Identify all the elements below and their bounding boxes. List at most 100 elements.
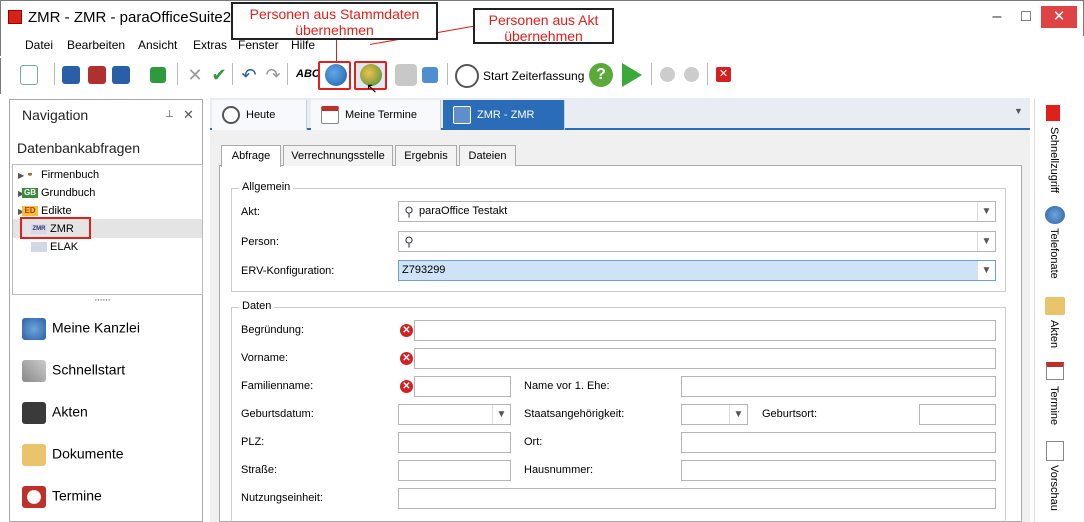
play-icon[interactable] [622,63,642,87]
toolbar-separator [447,63,448,85]
down-icon[interactable] [684,67,699,82]
database-icon[interactable] [395,64,417,86]
error-icon: ✕ [400,380,413,393]
subtab-dateien[interactable]: Dateien [459,145,516,166]
close-button[interactable]: ✕ [1041,6,1077,28]
strasse-label: Straße: [241,464,278,476]
group-daten-title: Daten [239,300,275,312]
sidebar-telefonate[interactable]: Telefonate [1048,228,1060,279]
nav-button-label: Schnellstart [52,361,126,378]
help-icon[interactable]: ? [589,63,613,87]
spellcheck-icon[interactable]: ABC [296,68,320,80]
maximize-button[interactable]: □ [1011,8,1041,26]
subtab-abfrage[interactable]: Abfrage [221,145,281,167]
sidebar-schnellzugriff[interactable]: Schnellzugriff [1048,127,1060,193]
name-vor-ehe-input[interactable] [681,376,996,397]
nav-meine-kanzlei[interactable]: Meine Kanzlei [22,318,140,340]
tree-item-label: ELAK [50,241,79,253]
error-icon: ✕ [400,324,413,337]
tree-item-edikte[interactable]: ED Edikte [22,205,72,217]
tab-label: ZMR - ZMR [477,109,535,121]
up-icon[interactable] [660,67,675,82]
staatsangehoerigkeit-select[interactable]: ▼ [681,404,748,425]
hausnummer-input[interactable] [681,460,996,481]
vorname-input[interactable] [414,348,996,369]
menu-ansicht[interactable]: Ansicht [138,38,177,52]
menu-extras[interactable]: Extras [193,38,227,52]
nav-schnellstart[interactable]: Schnellstart [22,360,125,382]
nav-akten[interactable]: Akten [22,402,88,424]
chevron-down-icon[interactable]: ▼ [977,232,995,251]
save-as-icon[interactable] [112,66,130,84]
schnellzugriff-icon[interactable] [1046,105,1060,121]
geburtsort-input[interactable] [919,404,996,425]
tree-item-label: Firmenbuch [41,169,100,181]
subtab-verrechnungsstelle[interactable]: Verrechnungsstelle [283,145,393,166]
menu-bearbeiten[interactable]: Bearbeiten [67,38,125,52]
save-close-icon[interactable] [88,66,106,84]
undo-icon[interactable]: ↶ [238,64,260,86]
person-combobox[interactable]: ⚲ ▼ [398,231,996,252]
pin-icon[interactable]: ⊥ [165,109,174,120]
menu-datei[interactable]: Datei [25,38,53,52]
new-document-icon[interactable] [20,65,38,85]
ort-input[interactable] [681,432,996,453]
tab-meine-termine[interactable]: Meine Termine [311,100,441,130]
tab-heute[interactable]: Heute [212,100,307,130]
person-label: Person: [241,236,279,248]
akten-folder-icon[interactable] [1045,297,1065,315]
chevron-down-icon[interactable]: ▼ [977,202,995,221]
sidebar-akten[interactable]: Akten [1048,320,1060,348]
menu-fenster[interactable]: Fenster [238,38,279,52]
save-icon[interactable] [62,66,80,84]
nav-button-label: Meine Kanzlei [52,319,140,336]
minimize-button[interactable]: – [982,8,1012,26]
sidebar-termine[interactable]: Termine [1048,386,1060,425]
cancel-icon[interactable]: ✕ [184,64,206,86]
app-icon [8,10,22,24]
search-icon[interactable]: ⚲ [399,232,419,251]
nav-close-icon[interactable]: ✕ [183,107,194,123]
callout-stammdaten: Personen aus Stammdaten übernehmen [231,2,438,40]
chevron-down-icon[interactable]: ▼ [492,405,510,424]
splitter-grip[interactable]: ······ [94,294,111,306]
tree-item-grundbuch[interactable]: GB Grundbuch [22,187,95,199]
tree-item-elak[interactable]: ELAK [31,241,78,253]
tree-item-label: Edikte [41,205,72,217]
toolbar-separator [232,63,233,85]
nav-dokumente[interactable]: Dokumente [22,444,124,466]
redo-icon[interactable]: ↷ [262,64,284,86]
confirm-icon[interactable]: ✔ [208,64,230,86]
familienname-input[interactable] [414,376,511,397]
akt-value: paraOffice Testakt [419,205,508,217]
chevron-down-icon[interactable]: ▼ [977,261,995,280]
begruendung-input[interactable] [414,320,996,341]
stopwatch-icon[interactable] [455,64,479,88]
plz-input[interactable] [398,432,511,453]
tree-item-firmenbuch[interactable]: ⚭ Firmenbuch [22,169,99,181]
geburtsdatum-picker[interactable]: ▼ [398,404,511,425]
strasse-input[interactable] [398,460,511,481]
vorschau-icon[interactable] [1046,441,1064,461]
erv-combobox[interactable]: Z793299 ▼ [398,260,996,281]
termine-calendar-icon[interactable] [1046,362,1064,380]
green-square-icon[interactable] [150,67,166,83]
rocket-icon [22,360,46,382]
sidebar-vorschau[interactable]: Vorschau [1048,465,1060,511]
akt-combobox[interactable]: ⚲ paraOffice Testakt ▼ [398,201,996,222]
tab-overflow-icon[interactable]: ▼ [1014,106,1023,116]
menu-hilfe[interactable]: Hilfe [291,38,315,52]
tree-item-zmr[interactable]: ZMR ZMR [31,223,74,235]
start-time-tracking-button[interactable]: Start Zeiterfassung [483,69,584,83]
subtab-ergebnis[interactable]: Ergebnis [395,145,457,166]
telefonate-icon[interactable] [1045,206,1065,224]
search-icon[interactable]: ⚲ [399,202,419,221]
persons-from-stammdaten-icon[interactable] [325,64,347,86]
chevron-down-icon[interactable]: ▼ [729,405,747,424]
tab-zmr[interactable]: ZMR - ZMR [443,100,565,130]
list-icon[interactable] [422,67,438,83]
nav-termine[interactable]: Termine [22,486,102,508]
folder-icon [22,444,46,466]
delete-icon[interactable]: ✕ [716,67,731,82]
nutzungseinheit-input[interactable] [398,488,996,509]
